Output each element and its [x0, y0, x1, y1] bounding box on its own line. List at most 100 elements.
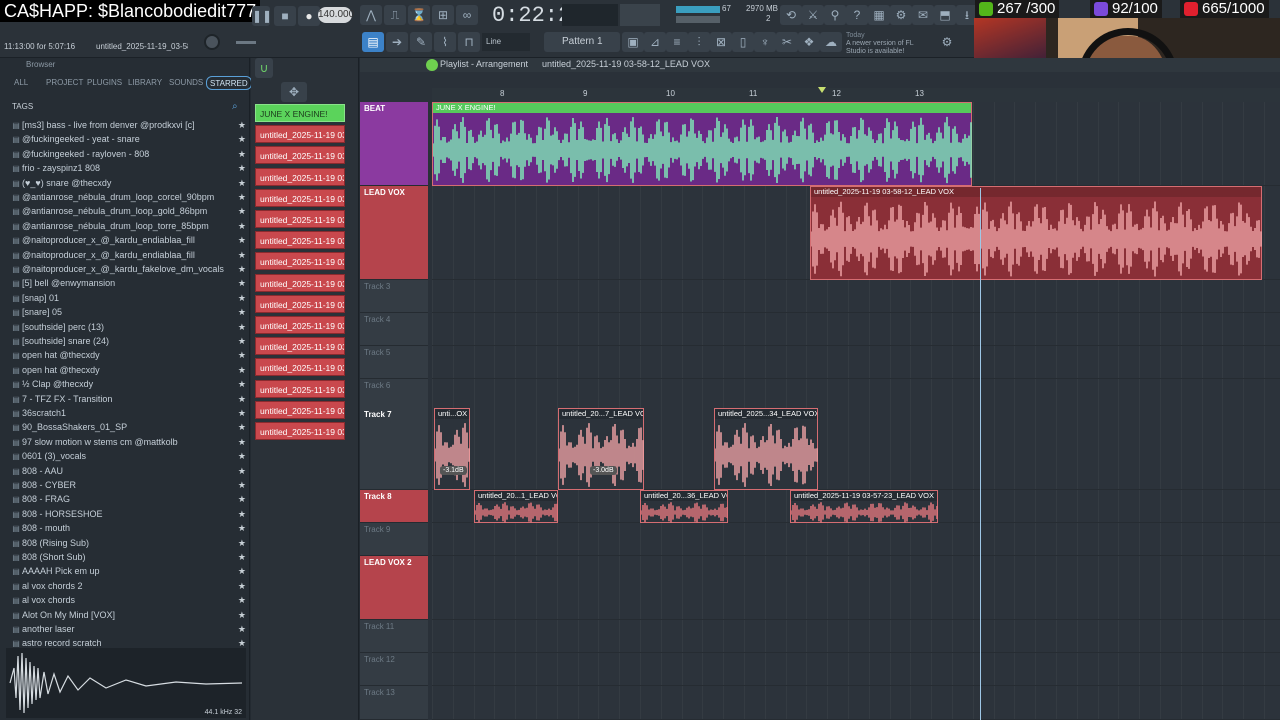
- pattern-select[interactable]: Pattern 1: [544, 32, 620, 52]
- clip-source-item[interactable]: untitled_2025-11-19 03-: [255, 400, 345, 419]
- star-icon[interactable]: ★: [238, 449, 246, 463]
- mixer-toolbar-icon[interactable]: ≡: [666, 32, 688, 52]
- browser-item[interactable]: ▤ 808 - FRAG ★: [10, 492, 248, 506]
- pencil-icon[interactable]: ✎: [410, 32, 432, 52]
- magnet-snap-icon[interactable]: ⊓: [458, 32, 480, 52]
- browser-item[interactable]: ▤ @naitoproducer_x_@_kardu_endiablaa_fill…: [10, 248, 248, 262]
- track-lane[interactable]: [432, 556, 1280, 620]
- stop-button[interactable]: ■: [274, 6, 296, 26]
- star-icon[interactable]: ★: [238, 608, 246, 622]
- audio-clip[interactable]: untitled_20...1_LEAD VOX: [474, 490, 558, 523]
- star-icon[interactable]: ★: [238, 622, 246, 636]
- track-header[interactable]: Track 9: [360, 523, 428, 556]
- track-header[interactable]: Track 8: [360, 490, 428, 523]
- tab-all[interactable]: ALL: [14, 76, 28, 90]
- star-icon[interactable]: ★: [238, 536, 246, 550]
- track-lane[interactable]: [432, 686, 1280, 720]
- browser-item[interactable]: ▤ Alot On My Mind [VOX] ★: [10, 608, 248, 622]
- star-icon[interactable]: ★: [238, 492, 246, 506]
- clip-source-item[interactable]: JUNE X ENGINE!: [255, 104, 345, 122]
- clip-source-item[interactable]: untitled_2025-11-19 03-: [255, 252, 345, 271]
- star-icon[interactable]: ★: [238, 248, 246, 262]
- pointer-arrow-icon[interactable]: ➔: [386, 32, 408, 52]
- audio-clip[interactable]: untitled_20...7_LEAD VOX: [558, 408, 644, 490]
- tools-icon[interactable]: ✂: [776, 32, 798, 52]
- track-header[interactable]: Track 7: [360, 408, 428, 490]
- star-icon[interactable]: ★: [238, 377, 246, 391]
- master-pitch-slider[interactable]: [236, 41, 256, 44]
- star-icon[interactable]: ★: [238, 276, 246, 290]
- cloud-icon[interactable]: ☁: [820, 32, 842, 52]
- track-header[interactable]: Track 12: [360, 653, 428, 686]
- track-header[interactable]: Track 3: [360, 280, 428, 313]
- star-icon[interactable]: ★: [238, 233, 246, 247]
- snap-icon[interactable]: ✥: [281, 82, 307, 102]
- playhead[interactable]: [980, 188, 981, 720]
- clip-source-item[interactable]: untitled_2025-11-19 03-: [255, 273, 345, 292]
- star-icon[interactable]: ★: [238, 219, 246, 233]
- star-icon[interactable]: ★: [238, 392, 246, 406]
- star-icon[interactable]: ★: [238, 521, 246, 535]
- help-icon[interactable]: ?: [846, 5, 868, 25]
- track-header[interactable]: Track 11: [360, 620, 428, 653]
- star-icon[interactable]: ★: [238, 363, 246, 377]
- clip-source-item[interactable]: untitled_2025-11-19 03-: [255, 316, 345, 334]
- star-icon[interactable]: ★: [238, 579, 246, 593]
- audio-clip[interactable]: JUNE X ENGINE!: [432, 102, 972, 186]
- browser-item[interactable]: ▤ frio - zayspinz1 808 ★: [10, 161, 248, 175]
- timeline-ruler[interactable]: [432, 88, 1280, 102]
- playlist-toolbar-button[interactable]: ▤: [362, 32, 384, 52]
- browser-item[interactable]: ▤ al vox chords ★: [10, 593, 248, 607]
- star-icon[interactable]: ★: [238, 550, 246, 564]
- star-icon[interactable]: ★: [238, 420, 246, 434]
- clip-source-item[interactable]: untitled_2025-11-19 03-: [255, 146, 345, 165]
- chat-icon[interactable]: ✉: [912, 5, 934, 25]
- star-icon[interactable]: ★: [238, 593, 246, 607]
- track-header[interactable]: LEAD VOX 2: [360, 556, 428, 620]
- star-icon[interactable]: ★: [238, 478, 246, 492]
- browser-item[interactable]: ▤ [5] bell @enwymansion ★: [10, 276, 248, 290]
- star-icon[interactable]: ★: [238, 262, 246, 276]
- browser-item[interactable]: ▤ 808 (Rising Sub) ★: [10, 536, 248, 550]
- browser-item[interactable]: ▤ open hat @thecxdy ★: [10, 363, 248, 377]
- news-panel[interactable]: A newer version of FL Studio is availabl…: [846, 40, 934, 56]
- star-icon[interactable]: ★: [238, 305, 246, 319]
- star-icon[interactable]: ★: [238, 291, 246, 305]
- clip-source-item[interactable]: untitled_2025-11-19 03-: [255, 125, 345, 144]
- browser-item[interactable]: ▤ 808 - HORSESHOE ★: [10, 507, 248, 521]
- browser-item[interactable]: ▤ 808 (Short Sub) ★: [10, 550, 248, 564]
- countdown-button[interactable]: ⌛: [408, 5, 430, 25]
- browser-item[interactable]: ▤ 808 - AAU ★: [10, 464, 248, 478]
- step-seq-icon[interactable]: ⊿: [644, 32, 666, 52]
- clip-source-item[interactable]: untitled_2025-11-19 03-: [255, 358, 345, 377]
- track-lane[interactable]: [432, 313, 1280, 346]
- camera-icon[interactable]: ⬒: [934, 5, 956, 25]
- star-icon[interactable]: ★: [238, 348, 246, 362]
- browser-item[interactable]: ▤ @antianrose_nébula_drum_loop_corcel_90b…: [10, 190, 248, 204]
- snap-select[interactable]: Line: [482, 33, 530, 51]
- brush-icon[interactable]: ⌇: [434, 32, 456, 52]
- star-icon[interactable]: ★: [238, 161, 246, 175]
- track-header[interactable]: Track 4: [360, 313, 428, 346]
- browser-item[interactable]: ▤ al vox chords 2 ★: [10, 579, 248, 593]
- search-icon[interactable]: ⌕: [232, 101, 238, 112]
- step-edit-button[interactable]: ⊞: [432, 5, 454, 25]
- pattern-song-toggle[interactable]: ❚❚: [252, 6, 272, 26]
- star-icon[interactable]: ★: [238, 132, 246, 146]
- star-icon[interactable]: ★: [238, 118, 246, 132]
- tempo-display[interactable]: 140.000: [318, 7, 354, 23]
- piano-roll-icon[interactable]: ▣: [622, 32, 644, 52]
- browser-item[interactable]: ▤ @naitoproducer_x_@_kardu_endiablaa_fill…: [10, 233, 248, 247]
- star-icon[interactable]: ★: [238, 406, 246, 420]
- browser-item[interactable]: ▤ another laser ★: [10, 622, 248, 636]
- browser-item[interactable]: ▤ AAAAH Pick em up ★: [10, 564, 248, 578]
- microphone-icon[interactable]: ♆: [754, 32, 776, 52]
- file-icon[interactable]: ▯: [732, 32, 754, 52]
- clip-source-item[interactable]: untitled_2025-11-19 03-: [255, 379, 345, 398]
- track-header[interactable]: Track 13: [360, 686, 428, 720]
- track-lane[interactable]: [432, 346, 1280, 379]
- track-lane[interactable]: [432, 620, 1280, 653]
- audio-clip[interactable]: unti...OX: [434, 408, 470, 490]
- browser-item[interactable]: ▤ 36scratch1 ★: [10, 406, 248, 420]
- channel-rack-icon[interactable]: ⚲: [824, 5, 846, 25]
